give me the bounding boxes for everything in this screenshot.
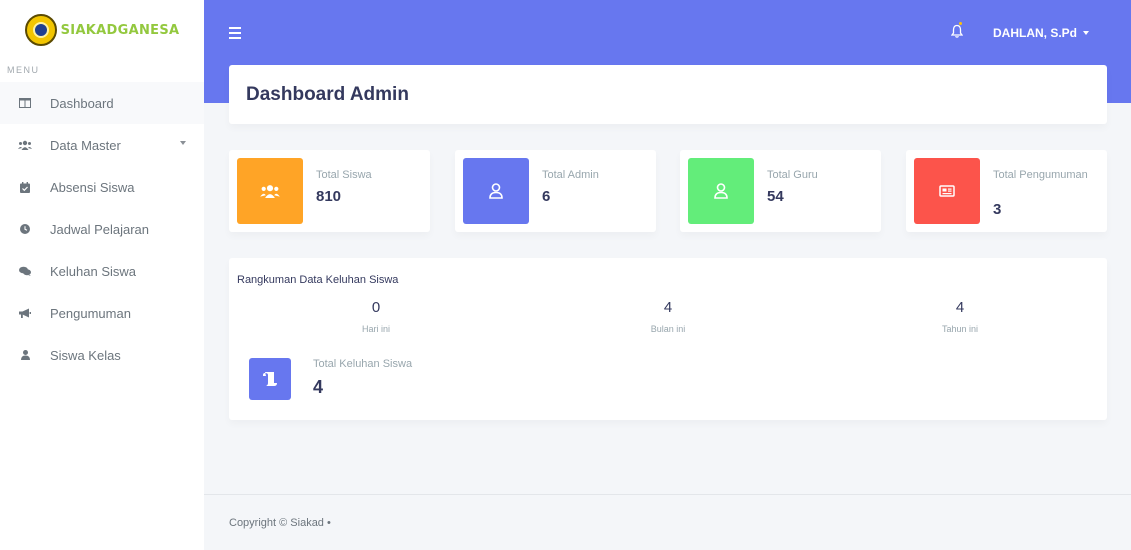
chevron-down-icon [1083, 31, 1089, 35]
sidebar-item-label: Jadwal Pelajaran [50, 221, 150, 237]
sidebar-item-absensi-siswa[interactable]: Absensi Siswa [0, 166, 204, 208]
copyright-text: Copyright © Siakad • [229, 517, 331, 529]
user-dropdown[interactable]: DAHLAN, S.Pd [993, 26, 1089, 40]
stat-label: Total Siswa [316, 169, 372, 181]
users-icon [237, 158, 303, 224]
columns-icon [16, 98, 34, 108]
period-label: Bulan ini [650, 324, 686, 334]
menu-header: MENU [7, 65, 40, 75]
user-icon [16, 350, 34, 360]
user-icon [688, 158, 754, 224]
sidebar-item-label: Keluhan Siswa [50, 263, 136, 279]
stat-card-total-guru: Total Guru 54 [680, 150, 881, 232]
newspaper-icon [914, 158, 980, 224]
stat-card-total-siswa: Total Siswa 810 [229, 150, 430, 232]
brand[interactable]: SIAKADGANESA [0, 0, 204, 60]
period-label: Tahun ini [941, 324, 979, 334]
clock-icon [16, 224, 34, 234]
user-name: DAHLAN, S.Pd [993, 26, 1077, 40]
brand-name: SIAKADGANESA [60, 22, 180, 38]
total-complaints-label: Total Keluhan Siswa [313, 358, 413, 370]
scroll-icon [249, 358, 291, 400]
user-icon [463, 158, 529, 224]
sidebar-item-label: Siswa Kelas [50, 347, 121, 363]
stat-value: 6 [542, 188, 551, 205]
stat-label: Total Guru [767, 169, 818, 181]
total-complaints-value: 4 [313, 377, 324, 397]
sidebar-item-jadwal-pelajaran[interactable]: Jadwal Pelajaran [0, 208, 204, 250]
period-value: 4 [663, 299, 673, 316]
sidebar-item-dashboard[interactable]: Dashboard [0, 82, 204, 124]
chevron-down-icon [180, 141, 186, 145]
sidebar-item-label: Dashboard [50, 95, 114, 111]
stat-value: 810 [316, 188, 342, 205]
page-header: Dashboard Admin [229, 65, 1107, 124]
summary-period-today: 0 Hari ini [276, 299, 476, 334]
sidebar-item-label: Absensi Siswa [50, 179, 135, 195]
sidebar-item-pengumuman[interactable]: Pengumuman [0, 292, 204, 334]
page-title: Dashboard Admin [246, 83, 409, 105]
stat-label: Total Admin [542, 169, 599, 181]
summary-period-year: 4 Tahun ini [860, 299, 1060, 334]
bullhorn-icon [16, 308, 34, 318]
stat-value: 54 [767, 188, 784, 205]
hamburger-icon[interactable] [229, 27, 241, 42]
school-crest-logo [24, 14, 57, 46]
users-icon [16, 140, 34, 150]
sidebar: SIAKADGANESA MENU Dashboard Data Master … [0, 0, 204, 550]
sidebar-item-data-master[interactable]: Data Master [0, 124, 204, 166]
calendar-check-icon [16, 181, 34, 193]
summary-period-month: 4 Bulan ini [568, 299, 768, 334]
summary-title: Rangkuman Data Keluhan Siswa [237, 274, 399, 286]
complaint-summary-panel: Rangkuman Data Keluhan Siswa 0 Hari ini … [229, 258, 1107, 420]
stat-card-total-pengumuman: Total Pengumuman 3 [906, 150, 1107, 232]
comments-icon [16, 266, 34, 276]
footer: Copyright © Siakad • [204, 494, 1131, 550]
stat-label: Total Pengumuman [993, 169, 1088, 181]
stat-value: 3 [993, 201, 1002, 218]
bell-icon[interactable] [950, 24, 964, 43]
period-value: 4 [955, 299, 965, 316]
sidebar-item-label: Data Master [50, 137, 121, 153]
sidebar-item-siswa-kelas[interactable]: Siswa Kelas [0, 334, 204, 376]
sidebar-item-keluhan-siswa[interactable]: Keluhan Siswa [0, 250, 204, 292]
notification-dot [959, 22, 962, 25]
period-label: Hari ini [361, 324, 390, 334]
stat-card-total-admin: Total Admin 6 [455, 150, 656, 232]
period-value: 0 [371, 299, 381, 316]
sidebar-item-label: Pengumuman [50, 305, 131, 321]
